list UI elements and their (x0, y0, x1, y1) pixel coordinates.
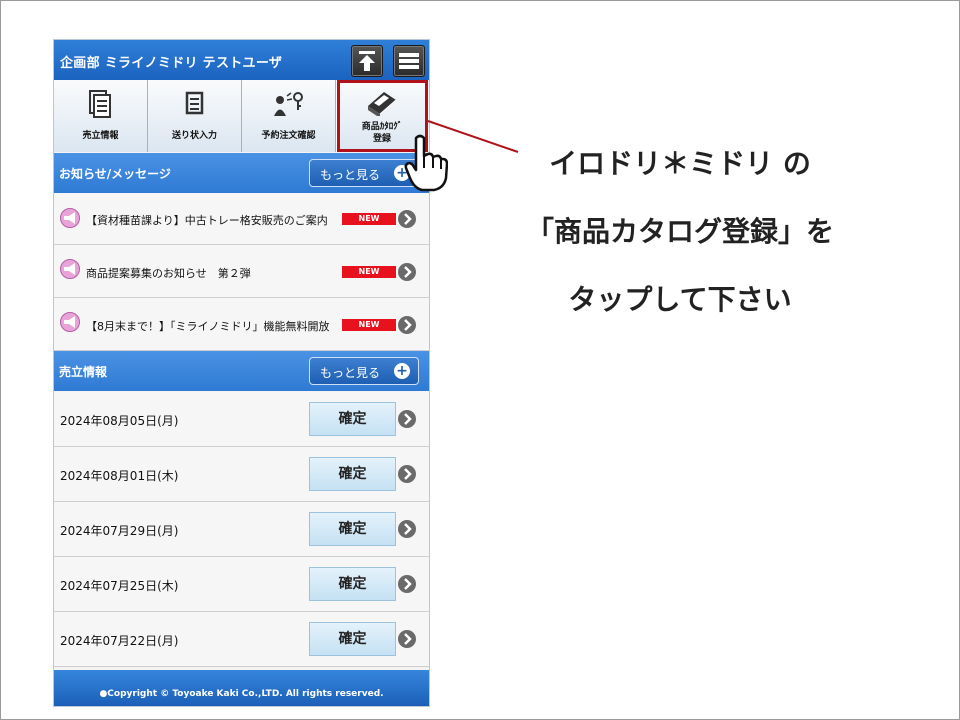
callout-line-1: イロドリ＊ミドリ の (549, 147, 811, 180)
callout-line-3: タップして下さい (568, 283, 792, 316)
pointing-hand-icon (404, 134, 448, 192)
callout-connector-line (427, 120, 519, 153)
callout-line-2: 「商品カタログ登録」を (525, 215, 834, 248)
